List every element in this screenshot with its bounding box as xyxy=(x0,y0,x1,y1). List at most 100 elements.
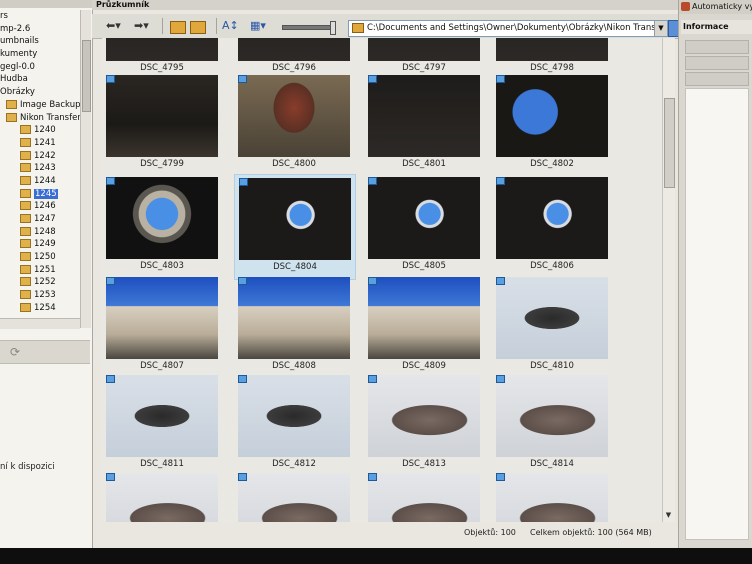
info-panel-button[interactable] xyxy=(685,72,749,86)
photo-preview[interactable] xyxy=(496,75,608,157)
raw-badge-icon xyxy=(496,277,505,285)
photo-thumbnail[interactable]: DSC_4809 xyxy=(364,274,484,378)
folder-tree-item[interactable]: Hudba xyxy=(0,73,80,86)
photo-preview[interactable] xyxy=(106,277,218,359)
folder-tree-scrollbar[interactable] xyxy=(80,10,91,328)
photo-thumbnail[interactable] xyxy=(492,470,612,522)
photo-thumbnail[interactable]: DSC_4814 xyxy=(492,372,612,476)
folder-tree-item[interactable]: umbnails xyxy=(0,35,80,48)
folder-tree-item[interactable]: kumenty xyxy=(0,48,80,61)
photo-preview[interactable] xyxy=(368,375,480,457)
folder-tree-item[interactable]: 1242 xyxy=(0,150,80,163)
folder-tree-label: Hudba xyxy=(0,74,28,85)
scrollbar-thumb[interactable] xyxy=(82,40,91,112)
thumbnail-scrollbar[interactable]: ▼ xyxy=(662,38,675,522)
photo-preview[interactable] xyxy=(496,177,608,259)
folder-tree-item[interactable]: 1241 xyxy=(0,137,80,150)
photo-thumbnail[interactable]: DSC_4800 xyxy=(234,72,354,176)
photo-thumbnail[interactable]: DSC_4799 xyxy=(102,72,222,176)
photo-preview[interactable] xyxy=(496,473,608,522)
info-panel-button[interactable] xyxy=(685,56,749,70)
folder-tree-item[interactable]: Image Backup xyxy=(0,99,80,112)
photo-thumbnail[interactable]: DSC_4813 xyxy=(364,372,484,476)
chevron-down-icon[interactable]: ▼ xyxy=(654,21,667,36)
folder-tree-item[interactable]: 1243 xyxy=(0,162,80,175)
photo-preview[interactable] xyxy=(106,75,218,157)
photo-thumbnail[interactable]: DSC_4804 xyxy=(234,174,356,280)
photo-thumbnail[interactable]: DSC_4802 xyxy=(492,72,612,176)
folder-tree-hscrollbar[interactable] xyxy=(0,318,80,329)
photo-preview[interactable] xyxy=(106,375,218,457)
folder-tree-item[interactable]: 1248 xyxy=(0,226,80,239)
folder-tree-item[interactable]: 1251 xyxy=(0,264,80,277)
photo-preview[interactable] xyxy=(239,178,351,260)
folder-icon xyxy=(20,175,31,185)
folder-icon xyxy=(20,125,31,135)
view-grid-icon[interactable]: ▦▾ xyxy=(250,18,266,34)
photo-preview[interactable] xyxy=(368,75,480,157)
scroll-down-icon[interactable]: ▼ xyxy=(664,511,673,520)
photo-thumbnail[interactable] xyxy=(234,470,354,522)
info-panel-button[interactable] xyxy=(685,40,749,54)
folder-tree-item[interactable]: mp-2.6 xyxy=(0,23,80,36)
photo-preview[interactable] xyxy=(368,277,480,359)
folder-tree-item[interactable]: 1253 xyxy=(0,289,80,302)
photo-preview[interactable] xyxy=(106,38,218,61)
photo-preview[interactable] xyxy=(368,177,480,259)
thumbnail-size-slider[interactable] xyxy=(282,21,336,35)
folder-tree-item[interactable]: 1249 xyxy=(0,238,80,251)
photo-thumbnail[interactable] xyxy=(102,470,222,522)
folder-panel-header xyxy=(0,0,92,8)
scrollbar-thumb[interactable] xyxy=(664,98,675,188)
photo-preview[interactable] xyxy=(496,277,608,359)
folder-options-icon[interactable] xyxy=(190,21,206,34)
folder-tree-item[interactable]: 1247 xyxy=(0,213,80,226)
folder-icon xyxy=(20,290,31,300)
photo-preview[interactable] xyxy=(238,375,350,457)
forward-arrow-icon[interactable]: ➡▾ xyxy=(134,18,149,34)
slider-knob[interactable] xyxy=(330,21,336,35)
raw-badge-icon xyxy=(238,277,247,285)
folder-tree-item[interactable]: 1250 xyxy=(0,251,80,264)
photo-preview[interactable] xyxy=(368,38,480,61)
photo-thumbnail[interactable]: DSC_4807 xyxy=(102,274,222,378)
folder-tree-item[interactable]: rs xyxy=(0,10,80,23)
photo-thumbnail[interactable]: DSC_4811 xyxy=(102,372,222,476)
photo-thumbnail[interactable]: DSC_4808 xyxy=(234,274,354,378)
refresh-icon[interactable]: ⟳ xyxy=(10,345,26,359)
folder-tree-item[interactable]: Nikon Transfer xyxy=(0,112,81,125)
info-panel-area xyxy=(685,88,749,540)
folder-tree-label: 1246 xyxy=(34,201,56,212)
photo-thumbnail[interactable]: DSC_4812 xyxy=(234,372,354,476)
folder-tree-label: 1252 xyxy=(34,277,56,288)
folder-tree-label: 1240 xyxy=(34,125,56,136)
photo-thumbnail[interactable]: DSC_4810 xyxy=(492,274,612,378)
auto-enhance-button[interactable]: Automaticky vylepšit xyxy=(679,0,752,14)
folder-tree-item[interactable]: 1246 xyxy=(0,200,80,213)
photo-preview[interactable] xyxy=(496,38,608,61)
folder-tree-item[interactable]: gegl-0.0 xyxy=(0,61,80,74)
folder-up-icon[interactable] xyxy=(170,21,186,34)
folder-tree-item[interactable]: 1244 xyxy=(0,175,80,188)
photo-preview[interactable] xyxy=(238,38,350,61)
photo-thumbnail[interactable]: DSC_4803 xyxy=(102,174,222,278)
folder-tree-item[interactable]: 1245 xyxy=(0,188,80,201)
photo-preview[interactable] xyxy=(238,277,350,359)
photo-thumbnail[interactable] xyxy=(364,470,484,522)
photo-preview[interactable] xyxy=(496,375,608,457)
photo-preview[interactable] xyxy=(238,473,350,522)
photo-preview[interactable] xyxy=(106,473,218,522)
back-arrow-icon[interactable]: ⬅▾ xyxy=(106,18,121,34)
photo-preview[interactable] xyxy=(368,473,480,522)
photo-thumbnail[interactable]: DSC_4806 xyxy=(492,174,612,278)
photo-thumbnail[interactable]: DSC_4805 xyxy=(364,174,484,278)
address-bar[interactable]: C:\Documents and Settings\Owner\Dokument… xyxy=(348,20,668,37)
folder-tree-item[interactable]: 1240 xyxy=(0,124,80,137)
folder-tree-item[interactable]: Obrázky xyxy=(0,86,80,99)
photo-preview[interactable] xyxy=(106,177,218,259)
photo-thumbnail[interactable]: DSC_4801 xyxy=(364,72,484,176)
folder-tree-item[interactable]: 1252 xyxy=(0,276,80,289)
photo-preview[interactable] xyxy=(238,75,350,157)
folder-tree-item[interactable]: 1254 xyxy=(0,302,80,315)
sort-icon[interactable]: A↕ xyxy=(222,18,239,34)
